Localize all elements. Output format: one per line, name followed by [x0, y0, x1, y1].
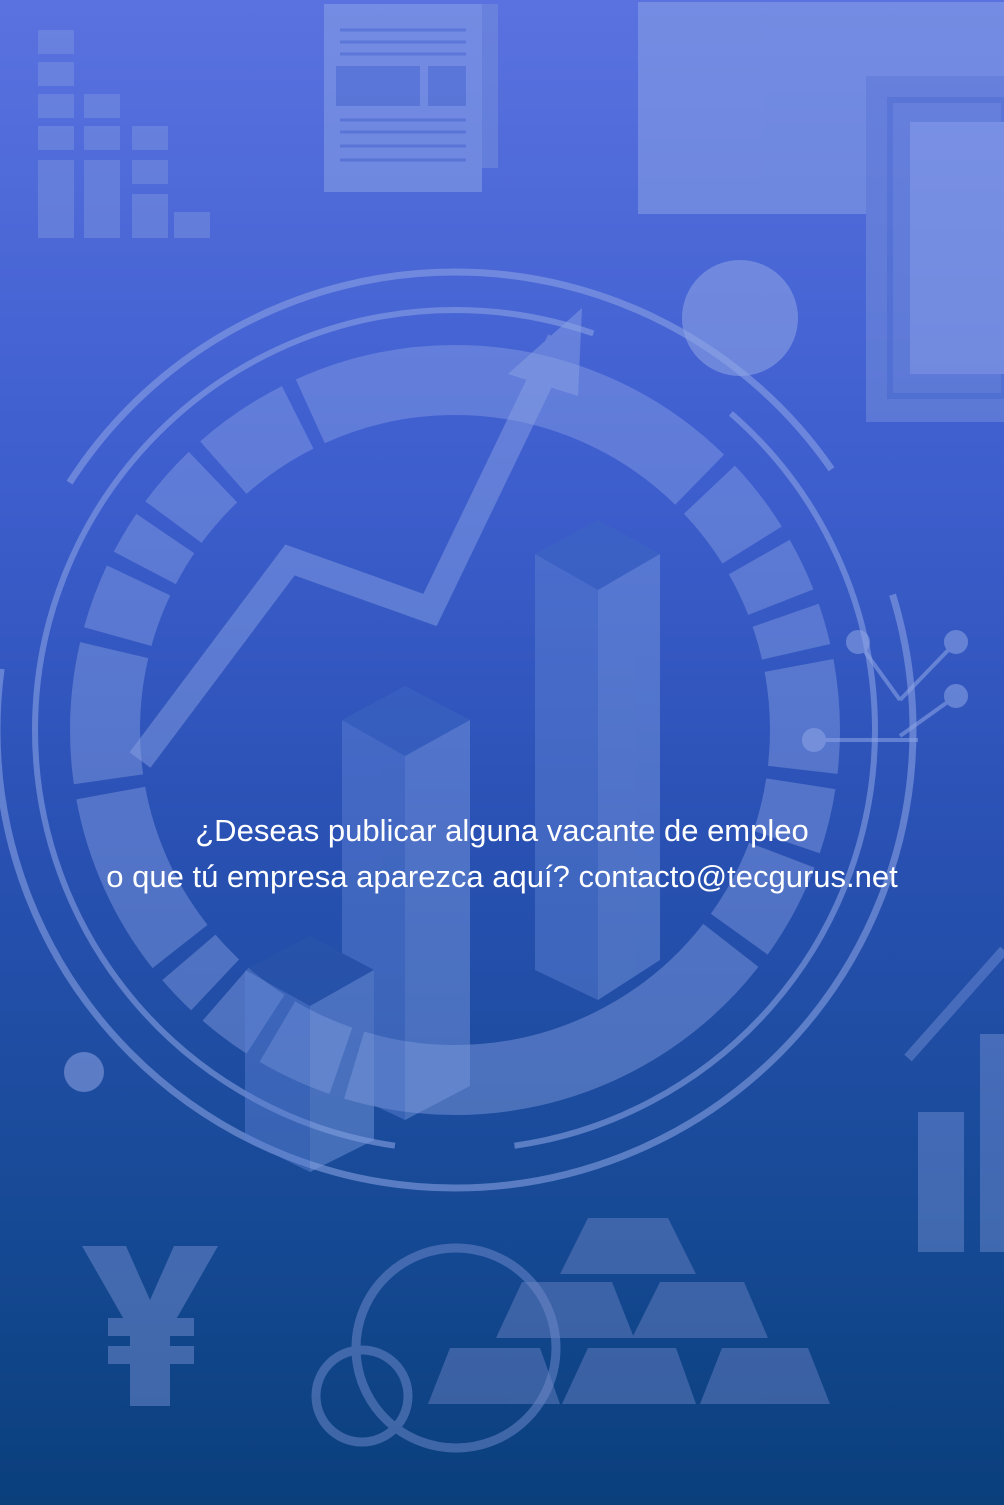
document-icon: [324, 4, 498, 192]
message-line-1: ¿Deseas publicar alguna vacante de emple…: [195, 813, 809, 848]
bar-chart-icon: [38, 30, 210, 238]
side-bars-icon: [904, 946, 1004, 1252]
yen-icon: [82, 1246, 218, 1406]
contact-message: ¿Deseas publicar alguna vacante de emple…: [0, 808, 1004, 900]
picture-frame-icon: [638, 2, 1004, 422]
message-line-2: o que tú empresa aparezca aquí? contacto…: [106, 859, 898, 894]
finance-illustration: [0, 2, 1004, 1453]
gold-bars-icon: [428, 1218, 830, 1404]
